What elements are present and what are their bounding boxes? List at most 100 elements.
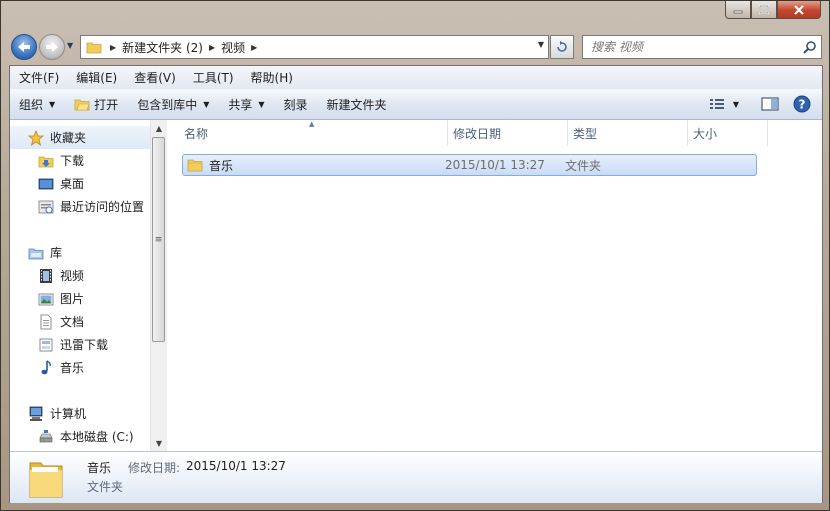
- open-label: 打开: [94, 97, 119, 112]
- chevron-down-icon: ▼: [258, 99, 265, 109]
- title-bar[interactable]: [1, 1, 829, 29]
- details-pane: 音乐 修改日期: 2015/10/1 13:27 文件夹: [10, 451, 822, 503]
- breadcrumb-chevron-icon[interactable]: ▶: [251, 43, 257, 52]
- nav-item-local-disk-c[interactable]: 本地磁盘 (C:): [10, 425, 150, 448]
- libraries-header[interactable]: 库: [10, 241, 150, 264]
- details-name: 音乐: [87, 461, 112, 475]
- minimize-icon: [733, 10, 743, 13]
- new-folder-button[interactable]: 新建文件夹: [318, 92, 397, 116]
- forward-button[interactable]: [39, 34, 65, 60]
- nav-item-label: 图片: [60, 292, 85, 306]
- organize-button[interactable]: 组织 ▼: [10, 92, 65, 116]
- libraries-label: 库: [50, 246, 63, 260]
- search-icon[interactable]: [803, 40, 817, 57]
- recent-pages-dropdown[interactable]: ▼: [67, 41, 77, 53]
- nav-item-label: 文档: [60, 315, 85, 329]
- computer-label: 计算机: [50, 407, 87, 421]
- address-row: ▼ ▶ 新建文件夹 (2) ▶ 视频 ▶ ▼: [1, 29, 829, 65]
- scrollbar-thumb[interactable]: ≡: [152, 137, 165, 342]
- explorer-body: 文件(F) 编辑(E) 查看(V) 工具(T) 帮助(H) 组织 ▼ 打开 包含…: [9, 65, 823, 503]
- details-type: 文件夹: [87, 480, 124, 494]
- chevron-down-icon: ▼: [49, 99, 56, 109]
- nav-item-videos[interactable]: 视频: [10, 264, 150, 287]
- column-header-label: 大小: [693, 126, 718, 141]
- favorites-header[interactable]: 收藏夹: [10, 126, 150, 149]
- nav-item-label: 音乐: [60, 361, 85, 375]
- nav-item-music[interactable]: 音乐: [10, 356, 150, 379]
- menu-edit[interactable]: 编辑(E): [67, 69, 125, 86]
- command-bar: 组织 ▼ 打开 包含到库中 ▼ 共享 ▼ 刻录 新建文件夹 ▼ ?: [10, 89, 822, 120]
- nav-item-documents[interactable]: 文档: [10, 310, 150, 333]
- toolbar-right: ▼ ?: [702, 89, 822, 119]
- maximize-button[interactable]: [751, 1, 777, 19]
- close-icon: [794, 4, 804, 15]
- pictures-icon: [38, 291, 54, 307]
- file-type: 文件夹: [565, 158, 602, 173]
- column-header-name[interactable]: 名称 ▲: [179, 120, 448, 146]
- navigation-pane: 收藏夹 下载 桌面 最近访问的位置 库 视频 图片 文档 迅雷下载 音乐 计算机…: [10, 120, 166, 451]
- minimize-button[interactable]: [725, 1, 751, 19]
- refresh-button[interactable]: [550, 35, 574, 59]
- back-button[interactable]: [11, 34, 37, 60]
- nav-item-downloads[interactable]: 下载: [10, 149, 150, 172]
- preview-pane-icon: [761, 97, 779, 111]
- view-list-icon: [709, 99, 724, 109]
- scroll-up-icon[interactable]: ▲: [151, 120, 167, 136]
- menu-tools[interactable]: 工具(T): [184, 69, 242, 86]
- arrow-right-icon: [46, 42, 58, 52]
- nav-item-label: 桌面: [60, 177, 85, 191]
- share-button[interactable]: 共享 ▼: [219, 92, 274, 116]
- address-dropdown[interactable]: ▼: [538, 40, 544, 49]
- nav-item-pictures[interactable]: 图片: [10, 287, 150, 310]
- breadcrumb-segment[interactable]: 视频: [215, 39, 251, 56]
- burn-button[interactable]: 刻录: [275, 92, 318, 116]
- organize-label: 组织: [19, 97, 44, 112]
- breadcrumb-segment[interactable]: 新建文件夹 (2): [116, 39, 209, 56]
- nav-item-label: 视频: [60, 269, 85, 283]
- file-name: 音乐: [209, 158, 234, 173]
- favorites-group: 收藏夹 下载 桌面 最近访问的位置: [10, 126, 150, 218]
- nav-item-thunder-downloads[interactable]: 迅雷下载: [10, 333, 150, 356]
- large-folder-icon: [28, 457, 64, 499]
- nav-item-recent-places[interactable]: 最近访问的位置: [10, 195, 150, 218]
- computer-group: 计算机 本地磁盘 (C:): [10, 402, 150, 448]
- column-header-label: 类型: [573, 126, 598, 141]
- scroll-down-icon[interactable]: ▼: [151, 435, 167, 451]
- close-button[interactable]: [777, 1, 821, 19]
- open-button[interactable]: 打开: [65, 92, 128, 116]
- menu-file[interactable]: 文件(F): [10, 69, 67, 86]
- computer-header[interactable]: 计算机: [10, 402, 150, 425]
- menu-help[interactable]: 帮助(H): [242, 69, 301, 86]
- nav-item-desktop[interactable]: 桌面: [10, 172, 150, 195]
- preview-pane-button[interactable]: [756, 92, 784, 116]
- include-in-library-button[interactable]: 包含到库中 ▼: [128, 92, 219, 116]
- folder-icon: [86, 40, 102, 54]
- folder-icon: [187, 157, 203, 173]
- explorer-window: ▼ ▶ 新建文件夹 (2) ▶ 视频 ▶ ▼ 文件(F) 编辑(E) 查看(V): [0, 0, 830, 511]
- music-note-icon: [38, 359, 54, 376]
- recent-places-icon: [38, 199, 54, 215]
- maximize-icon: [759, 5, 769, 14]
- new-folder-label: 新建文件夹: [326, 97, 387, 112]
- library-icon: [28, 245, 44, 261]
- column-header-date[interactable]: 修改日期: [448, 120, 568, 146]
- svg-text:?: ?: [799, 98, 806, 112]
- search-box[interactable]: [582, 35, 822, 59]
- view-options-button[interactable]: ▼: [706, 92, 742, 116]
- help-icon: ?: [793, 95, 811, 113]
- file-row[interactable]: 音乐 2015/10/1 13:27 文件夹: [182, 154, 757, 176]
- burn-label: 刻录: [283, 97, 308, 112]
- window-controls: [725, 1, 821, 19]
- details-modified-value: 2015/10/1 13:27: [186, 459, 286, 473]
- chevron-down-icon: ▼: [203, 99, 210, 109]
- menu-view[interactable]: 查看(V): [125, 69, 184, 86]
- column-header-label: 名称: [184, 126, 209, 141]
- column-header-type[interactable]: 类型: [568, 120, 688, 146]
- search-input[interactable]: [589, 39, 798, 55]
- navigation-scrollbar[interactable]: ▲ ≡ ▼: [150, 120, 167, 451]
- nav-item-label: 迅雷下载: [60, 338, 109, 352]
- address-bar[interactable]: ▶ 新建文件夹 (2) ▶ 视频 ▶ ▼: [80, 35, 549, 59]
- file-modified: 2015/10/1 13:27: [445, 158, 545, 172]
- column-header-size[interactable]: 大小: [688, 120, 768, 146]
- help-button[interactable]: ?: [788, 92, 816, 116]
